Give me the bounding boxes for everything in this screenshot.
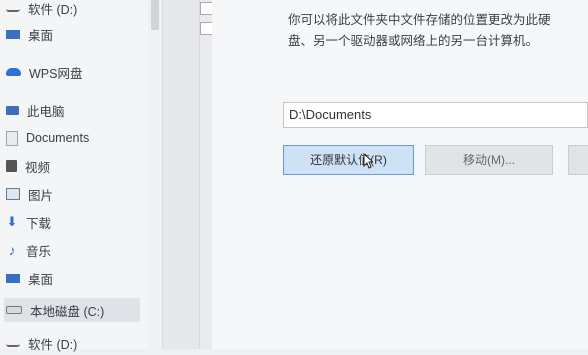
mouse-cursor-icon (363, 153, 373, 169)
nav-scrollbar[interactable] (148, 0, 163, 349)
nav-item-local-disk-c[interactable]: 本地磁盘 (C:) (4, 298, 140, 322)
nav-item-this-pc[interactable]: 此电脑 (4, 98, 65, 122)
nav-item-label: 下载 (26, 216, 52, 231)
nav-item-desktop-top[interactable]: 桌面 (4, 22, 53, 46)
scrollbar-thumb[interactable] (151, 0, 159, 30)
nav-item-label: 软件 (D:) (28, 337, 78, 352)
file-list-area (163, 0, 199, 349)
download-icon: ⬇ (6, 214, 18, 229)
picture-icon (6, 188, 20, 200)
description-line: 盘、另一个驱动器或网络上的另一台计算机。 (288, 34, 539, 48)
nav-item-label: WPS网盘 (29, 66, 83, 81)
nav-item-desktop[interactable]: 桌面 (4, 266, 53, 290)
nav-item-label: 音乐 (26, 244, 52, 259)
navigation-pane: 软件 (D:) 桌面 WPS网盘 此电脑 Documents 视频 图片 ⬇ 下… (0, 0, 148, 352)
desktop-icon (6, 273, 20, 283)
move-button[interactable]: 移动(M)... (425, 145, 553, 175)
restore-default-button[interactable]: 还原默认值(R) (283, 145, 414, 175)
document-icon (6, 130, 18, 146)
drive-icon (6, 4, 20, 12)
folder-path-field[interactable]: D:\Documents (283, 102, 588, 128)
nav-item-label: 桌面 (28, 272, 54, 287)
cloud-icon (6, 68, 21, 76)
nav-item-music[interactable]: ♪ 音乐 (4, 238, 52, 262)
drive-icon (6, 339, 20, 347)
nav-item-pictures[interactable]: 图片 (4, 182, 53, 206)
nav-item-videos[interactable]: 视频 (4, 154, 50, 178)
nav-item-label: 此电脑 (27, 104, 65, 119)
nav-item-label: 本地磁盘 (C:) (30, 304, 105, 319)
desktop-icon (6, 29, 20, 39)
find-target-button[interactable] (568, 145, 588, 175)
description-line: 你可以将此文件夹中文件存储的位置更改为此硬 (288, 13, 551, 27)
nav-item-label: 图片 (28, 188, 54, 203)
nav-item-drive-d-top[interactable]: 软件 (D:) (4, 0, 77, 20)
location-description: 你可以将此文件夹中文件存储的位置更改为此硬 盘、另一个驱动器或网络上的另一台计算… (288, 10, 588, 52)
nav-item-label: Documents (26, 131, 90, 145)
video-icon (6, 160, 17, 172)
nav-item-wps-cloud[interactable]: WPS网盘 (4, 60, 82, 84)
nav-item-documents[interactable]: Documents (4, 126, 89, 150)
computer-icon (6, 105, 19, 115)
drive-icon (6, 306, 22, 314)
window-divider (199, 0, 212, 349)
nav-item-downloads[interactable]: ⬇ 下载 (4, 210, 51, 234)
nav-item-label: 桌面 (28, 28, 54, 43)
nav-item-drive-d[interactable]: 软件 (D:) (4, 331, 77, 355)
music-icon: ♪ (8, 242, 16, 258)
nav-item-label: 视频 (25, 160, 51, 175)
nav-item-label: 软件 (D:) (28, 2, 78, 17)
